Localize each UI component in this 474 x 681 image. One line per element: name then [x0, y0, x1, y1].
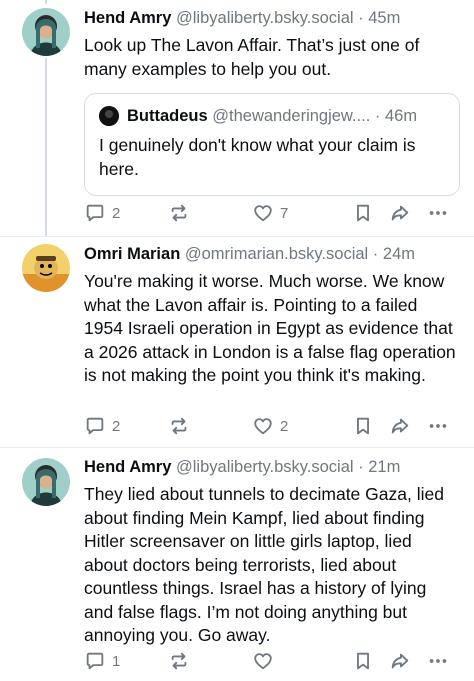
more-icon	[429, 659, 447, 663]
post-time[interactable]: 24m	[383, 245, 415, 263]
quoted-post[interactable]: Buttadeus @thewanderingjew.... · 46m I g…	[84, 93, 460, 196]
bookmark-icon	[357, 652, 369, 670]
author-handle[interactable]: @omrimarian.bsky.social	[185, 245, 368, 263]
more-options-button[interactable]	[427, 414, 449, 438]
heart-icon	[254, 653, 272, 670]
like-count: 7	[280, 204, 289, 222]
repost-icon	[171, 652, 187, 670]
reply-icon	[86, 417, 104, 435]
bookmark-icon	[357, 204, 369, 222]
quote-separator-dot: ·	[374, 107, 381, 125]
like-button[interactable]: 7	[252, 201, 288, 225]
post-text: Look up The Lavon Affair. That’s just on…	[84, 35, 420, 79]
share-button[interactable]	[389, 649, 411, 673]
share-icon	[391, 653, 409, 669]
reply-icon	[86, 204, 104, 222]
repost-icon	[171, 417, 187, 435]
more-options-button[interactable]	[427, 649, 449, 673]
quote-author-name: Buttadeus	[127, 107, 208, 125]
separator-dot: ·	[372, 245, 379, 263]
quote-header: Buttadeus @thewanderingjew.... · 46m	[99, 106, 445, 126]
avatar[interactable]	[22, 244, 70, 292]
bookmark-button[interactable]	[352, 649, 374, 673]
quote-avatar	[99, 106, 119, 126]
post-header: Hend Amry @libyaliberty.bsky.social · 45…	[84, 8, 460, 28]
more-icon	[429, 424, 447, 428]
bookmark-button[interactable]	[352, 201, 374, 225]
reply-icon	[86, 652, 104, 670]
post-2[interactable]: Omri Marian @omrimarian.bsky.social · 24…	[0, 237, 474, 447]
avatar[interactable]	[22, 458, 70, 506]
share-icon	[391, 205, 409, 221]
like-button[interactable]: 2	[252, 414, 288, 438]
reply-count: 1	[112, 652, 121, 670]
reply-count: 2	[112, 417, 121, 435]
repost-button[interactable]	[168, 201, 196, 225]
more-options-button[interactable]	[427, 201, 449, 225]
avatar-image	[22, 244, 70, 292]
repost-button[interactable]	[168, 414, 196, 438]
reply-button[interactable]: 1	[84, 649, 120, 673]
share-icon	[391, 418, 409, 434]
share-button[interactable]	[389, 201, 411, 225]
post-text: They lied about tunnels to decimate Gaza…	[84, 484, 444, 645]
post-header: Omri Marian @omrimarian.bsky.social · 24…	[84, 244, 460, 264]
share-button[interactable]	[389, 414, 411, 438]
separator-dot: ·	[358, 458, 364, 476]
post-3[interactable]: Hend Amry @libyaliberty.bsky.social · 21…	[0, 448, 474, 681]
reply-button[interactable]: 2	[84, 414, 120, 438]
post-time[interactable]: 21m	[368, 458, 400, 476]
author-name[interactable]: Hend Amry	[84, 9, 171, 27]
quote-text: I genuinely don't know what your claim i…	[99, 135, 416, 179]
author-name[interactable]: Hend Amry	[84, 458, 171, 476]
post-actions: 1	[84, 649, 460, 673]
repost-icon	[171, 204, 187, 222]
bookmark-icon	[357, 417, 369, 435]
repost-button[interactable]	[168, 649, 196, 673]
post-actions: 2 7	[84, 201, 460, 225]
author-handle[interactable]: @libyaliberty.bsky.social	[176, 9, 354, 27]
heart-icon	[254, 418, 272, 435]
author-handle[interactable]: @libyaliberty.bsky.social	[176, 458, 354, 476]
like-button[interactable]	[252, 649, 280, 673]
avatar-image	[22, 458, 70, 506]
reply-button[interactable]: 2	[84, 201, 120, 225]
like-count: 2	[280, 417, 289, 435]
post-header: Hend Amry @libyaliberty.bsky.social · 21…	[84, 457, 460, 477]
post-time[interactable]: 45m	[368, 9, 400, 27]
post-text: You're making it worse. Much worse. We k…	[84, 271, 456, 385]
reply-count: 2	[112, 204, 121, 222]
quote-time: 46m	[384, 107, 418, 125]
more-icon	[429, 211, 447, 215]
bookmark-button[interactable]	[352, 414, 374, 438]
avatar[interactable]	[22, 8, 70, 56]
separator-dot: ·	[358, 9, 364, 27]
heart-icon	[254, 205, 272, 222]
quote-avatar-image	[99, 106, 119, 126]
avatar-image	[22, 8, 70, 56]
post-1[interactable]: Hend Amry @libyaliberty.bsky.social · 45…	[0, 0, 474, 236]
author-name[interactable]: Omri Marian	[84, 245, 180, 263]
post-actions: 2 2	[84, 414, 460, 438]
quote-author-handle: @thewanderingjew....	[212, 107, 371, 125]
